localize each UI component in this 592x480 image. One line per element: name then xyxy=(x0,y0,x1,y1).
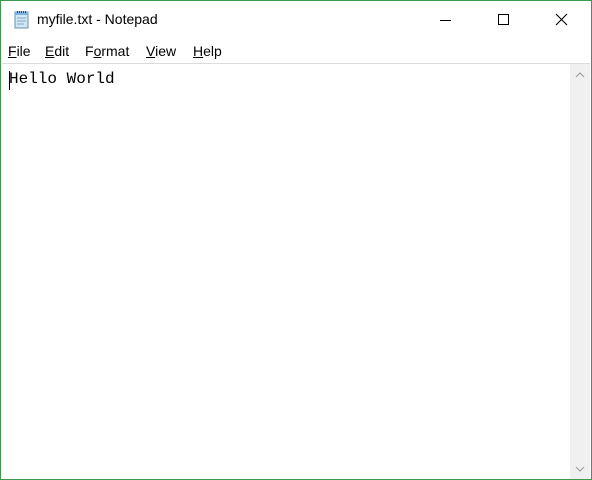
scroll-up-button[interactable] xyxy=(570,64,590,86)
text-caret xyxy=(9,71,10,90)
text-editor-area[interactable]: Hello World xyxy=(2,63,570,479)
menu-file[interactable]: File xyxy=(8,43,31,59)
menu-format[interactable]: Format xyxy=(85,43,129,59)
notepad-icon[interactable] xyxy=(12,10,32,30)
document-text[interactable]: Hello World xyxy=(9,70,115,88)
menu-bar: File Edit Format View Help xyxy=(1,39,591,63)
close-icon xyxy=(555,13,568,26)
title-bar[interactable]: myfile.txt - Notepad xyxy=(1,1,591,39)
chevron-down-icon xyxy=(575,466,585,472)
maximize-button[interactable] xyxy=(475,1,533,39)
menu-view[interactable]: View xyxy=(146,43,176,59)
menu-edit[interactable]: Edit xyxy=(45,43,69,59)
minimize-icon xyxy=(440,20,451,21)
scroll-down-button[interactable] xyxy=(570,458,590,480)
vertical-scrollbar[interactable] xyxy=(570,63,590,479)
maximize-icon xyxy=(498,14,509,25)
close-button[interactable] xyxy=(533,1,591,39)
chevron-up-icon xyxy=(575,72,585,78)
minimize-button[interactable] xyxy=(417,1,475,39)
window-title: myfile.txt - Notepad xyxy=(37,11,158,27)
notepad-window: myfile.txt - Notepad File Edit Format Vi… xyxy=(0,0,592,480)
menu-help[interactable]: Help xyxy=(193,43,222,59)
